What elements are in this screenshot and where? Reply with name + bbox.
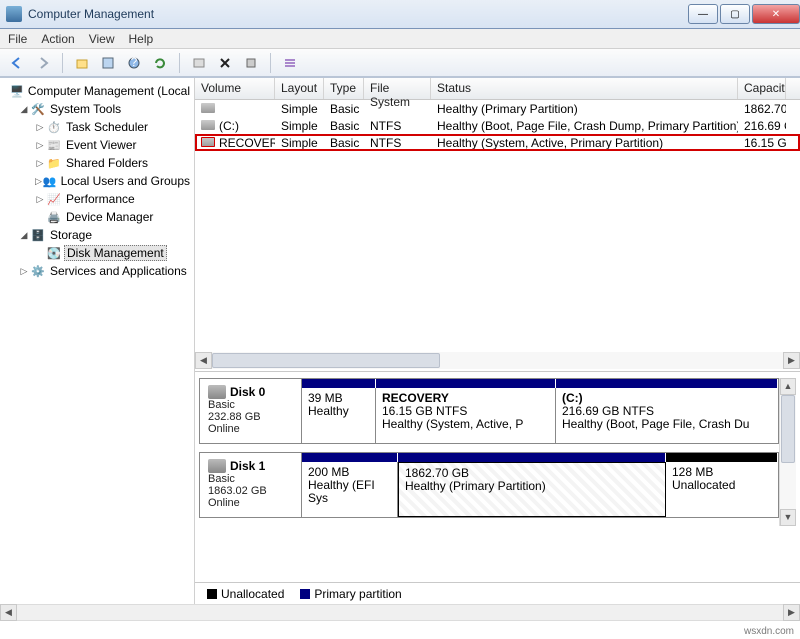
perf-icon: 📈 [46,191,62,207]
up-button[interactable] [71,52,93,74]
volume-row-highlighted[interactable]: RECOVERY Simple Basic NTFS Healthy (Syst… [195,134,800,151]
volume-icon [201,103,215,113]
partition-selected[interactable]: 1862.70 GB Healthy (Primary Partition) [398,462,666,517]
volume-list-header: Volume Layout Type File System Status Ca… [195,78,800,100]
properties-button[interactable] [97,52,119,74]
disk-icon: 💽 [46,245,62,261]
col-volume[interactable]: Volume [195,78,275,99]
disk-drive-icon [208,385,226,399]
volume-row[interactable]: (C:) Simple Basic NTFS Healthy (Boot, Pa… [195,117,800,134]
col-layout[interactable]: Layout [275,78,324,99]
tree-task-scheduler[interactable]: ▷⏱️Task Scheduler [2,118,192,136]
maximize-button[interactable]: ▢ [720,4,750,24]
list-button[interactable] [279,52,301,74]
menu-file[interactable]: File [8,32,27,46]
event-icon: 📰 [46,137,62,153]
disk-vscroll[interactable]: ▲ ▼ [779,378,796,526]
tree-services-apps[interactable]: ▷⚙️Services and Applications [2,262,192,280]
svg-text:?: ? [131,56,138,69]
disk-row[interactable]: Disk 0 Basic 232.88 GB Online 39 MB [199,378,779,444]
partition[interactable]: 39 MB Healthy [302,388,376,443]
legend-primary-swatch [300,589,310,599]
col-capacity[interactable]: Capacit [738,78,786,99]
toolbar: ? [0,49,800,77]
minimize-button[interactable]: — [688,4,718,24]
scroll-left-icon[interactable]: ◀ [0,604,17,621]
menu-help[interactable]: Help [129,32,154,46]
tools-icon: 🛠️ [30,101,46,117]
right-pane: Volume Layout Type File System Status Ca… [195,78,800,604]
watermark: wsxdn.com [744,626,794,637]
col-type[interactable]: Type [324,78,364,99]
volume-hscroll[interactable]: ◀ ▶ [195,352,800,369]
titlebar: Computer Management — ▢ ✕ [0,0,800,29]
partition-unallocated[interactable]: 128 MB Unallocated [666,462,778,517]
col-status[interactable]: Status [431,78,738,99]
scroll-right-icon[interactable]: ▶ [783,604,800,621]
disk-graphical-panel: Disk 0 Basic 232.88 GB Online 39 MB [195,371,800,583]
window-title: Computer Management [28,7,686,21]
close-button[interactable]: ✕ [752,4,800,24]
tree-disk-management[interactable]: 💽Disk Management [2,244,192,262]
volume-list[interactable]: Simple Basic Healthy (Primary Partition)… [195,100,800,151]
tree-shared-folders[interactable]: ▷📁Shared Folders [2,154,192,172]
forward-button[interactable] [32,52,54,74]
partition[interactable]: 200 MB Healthy (EFI Sys [302,462,398,517]
users-icon: 👥 [43,173,57,189]
tree-event-viewer[interactable]: ▷📰Event Viewer [2,136,192,154]
outer-hscroll[interactable]: ◀ ▶ [0,604,800,621]
storage-icon: 🗄️ [30,227,46,243]
tree-storage[interactable]: ◢🗄️Storage [2,226,192,244]
partition[interactable]: (C:) 216.69 GB NTFS Healthy (Boot, Page … [556,388,778,443]
device-icon: 🖨️ [46,209,62,225]
computer-icon: 🖥️ [10,83,24,99]
back-button[interactable] [6,52,28,74]
scroll-thumb[interactable] [781,395,795,463]
scroll-down-icon[interactable]: ▼ [780,509,796,526]
tree-root[interactable]: 🖥️Computer Management (Local [2,82,192,100]
disk-header: Disk 1 Basic 1863.02 GB Online [200,453,302,517]
volume-icon [201,137,215,147]
tree-performance[interactable]: ▷📈Performance [2,190,192,208]
tree-system-tools[interactable]: ◢🛠️System Tools [2,100,192,118]
disk-drive-icon [208,459,226,473]
menubar: File Action View Help [0,29,800,49]
tree-local-users[interactable]: ▷👥Local Users and Groups [2,172,192,190]
tree-pane[interactable]: 🖥️Computer Management (Local ◢🛠️System T… [0,78,195,604]
disk-header: Disk 0 Basic 232.88 GB Online [200,379,302,443]
col-filesystem[interactable]: File System [364,78,431,99]
volume-icon [201,120,215,130]
legend-unallocated-swatch [207,589,217,599]
menu-view[interactable]: View [89,32,115,46]
folder-icon: 📁 [46,155,62,171]
scroll-thumb[interactable] [212,353,440,368]
action-button[interactable] [240,52,262,74]
delete-button[interactable] [214,52,236,74]
scroll-left-icon[interactable]: ◀ [195,352,212,369]
tree-device-manager[interactable]: 🖨️Device Manager [2,208,192,226]
scroll-right-icon[interactable]: ▶ [783,352,800,369]
disk-row[interactable]: Disk 1 Basic 1863.02 GB Online 200 MB [199,452,779,518]
scroll-up-icon[interactable]: ▲ [780,378,796,395]
legend: Unallocated Primary partition [195,582,800,604]
help-button[interactable]: ? [123,52,145,74]
services-icon: ⚙️ [30,263,46,279]
menu-action[interactable]: Action [41,32,74,46]
volume-row[interactable]: Simple Basic Healthy (Primary Partition)… [195,100,800,117]
refresh-button[interactable] [149,52,171,74]
settings-button[interactable] [188,52,210,74]
partition[interactable]: RECOVERY 16.15 GB NTFS Healthy (System, … [376,388,556,443]
clock-icon: ⏱️ [46,119,62,135]
app-icon [6,6,22,22]
